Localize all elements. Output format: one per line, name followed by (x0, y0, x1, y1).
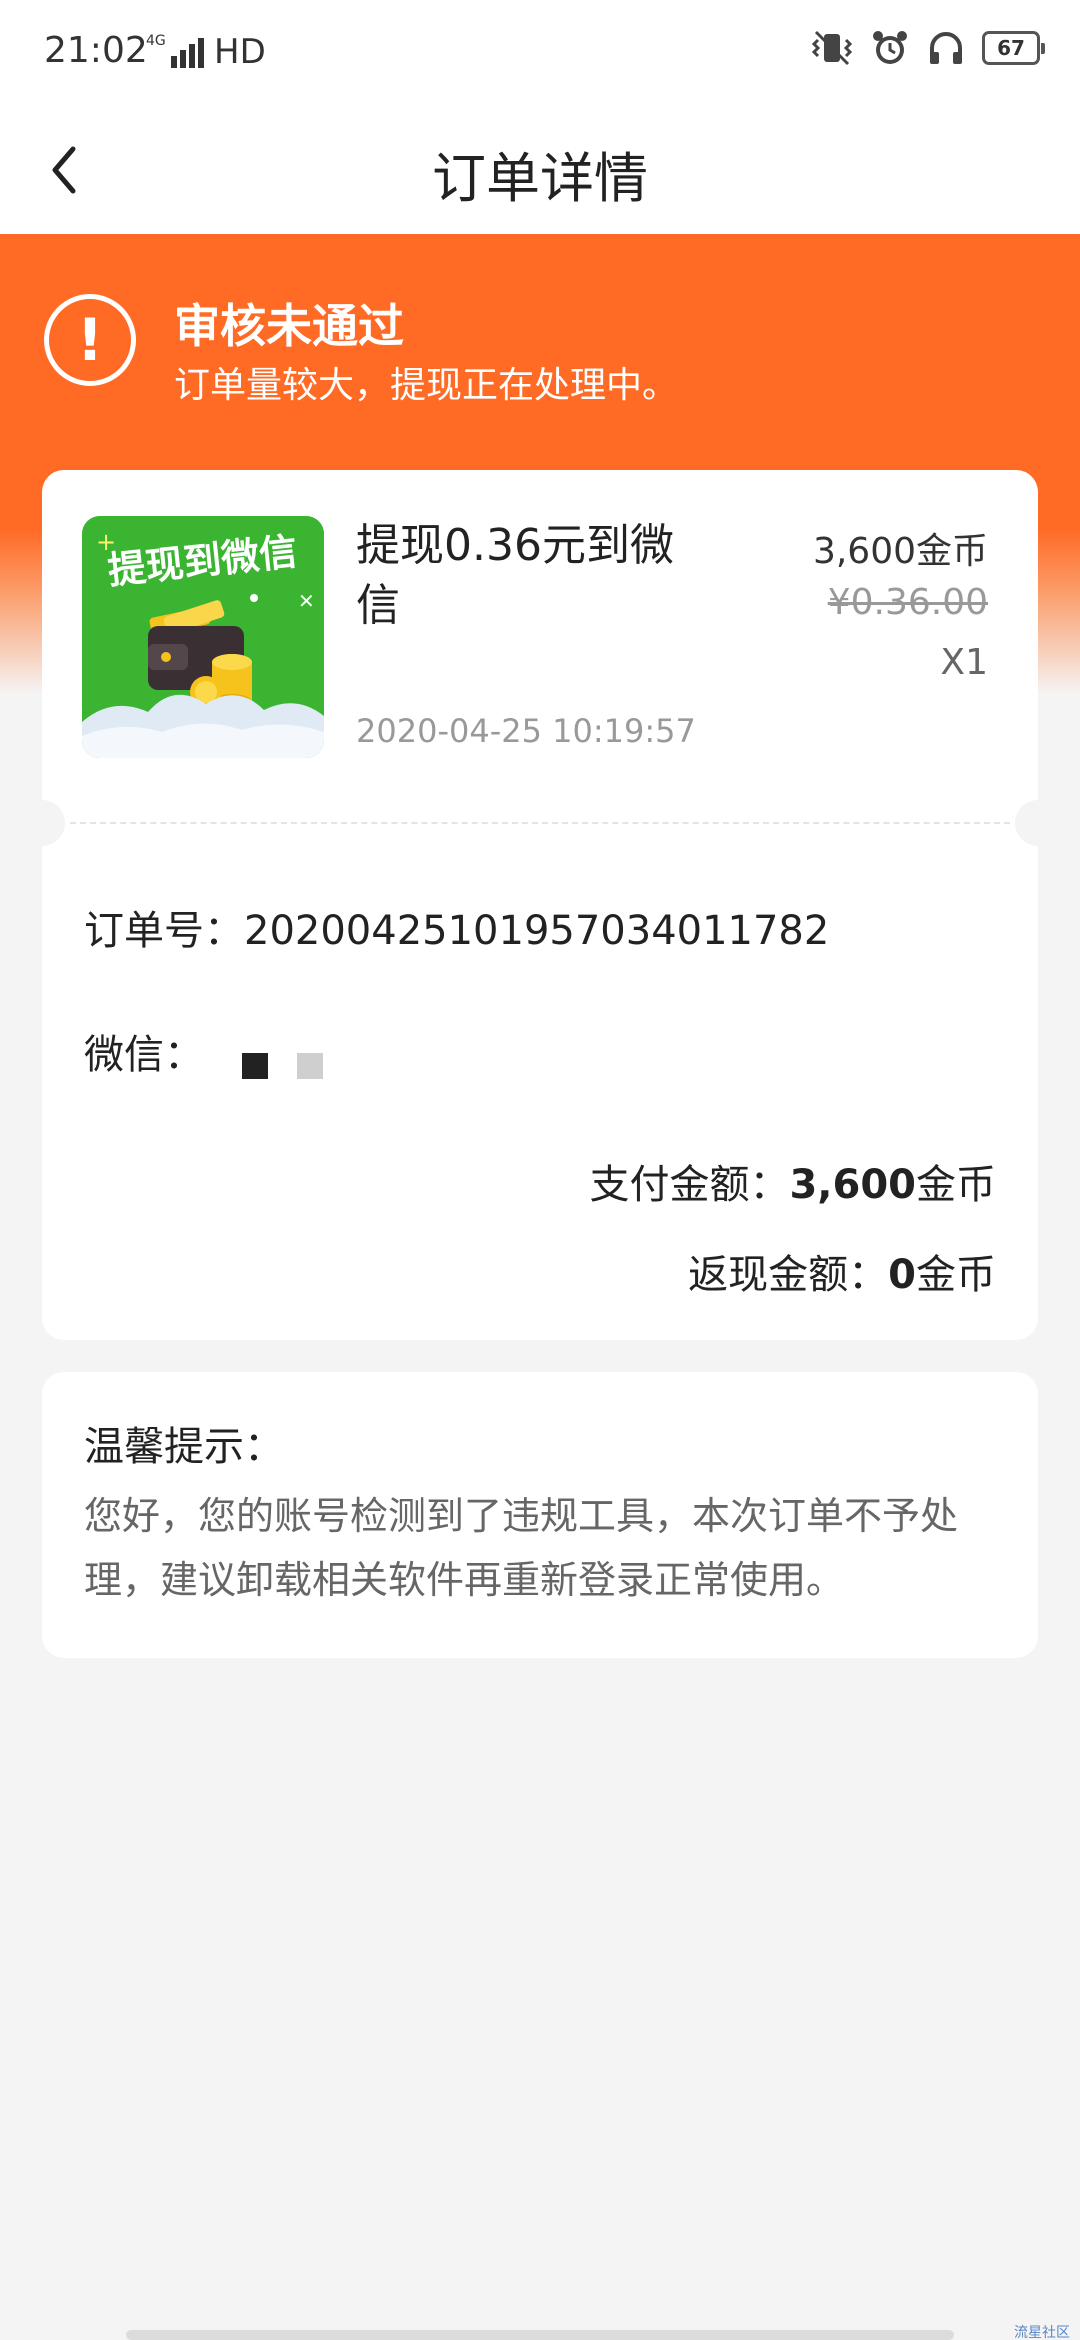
status-subtitle: 订单量较大，提现正在处理中。 (174, 365, 679, 406)
ticket-notch-right (1015, 800, 1061, 846)
cashback-amount-row: 返现金额：0金币 (688, 1242, 996, 1300)
divider (70, 822, 1010, 824)
hd-indicator: HD (214, 32, 266, 72)
product-quantity: X1 (940, 642, 988, 683)
product-thumbnail: 提现到微信 + ✕ (82, 516, 324, 758)
svg-text:✕: ✕ (298, 589, 315, 613)
payment-amount-row: 支付金额：3,600金币 (589, 1152, 996, 1210)
wechat-label: 微信： (84, 1032, 204, 1078)
watermark: 流星社区 (1014, 2325, 1070, 2340)
order-number-label: 订单号： (84, 908, 244, 954)
cashback-amount-unit: 金币 (916, 1252, 996, 1298)
payment-amount-value: 3,600 (789, 1162, 916, 1208)
tip-body: 您好，您的账号检测到了违规工具，本次订单不予处理，建议卸载相关软件再重新登录正常… (84, 1494, 959, 1602)
wechat-account-placeholder (297, 1053, 323, 1079)
nav-bar: 订单详情 (0, 108, 1080, 234)
alarm-icon (873, 31, 907, 64)
headphones-icon (930, 32, 962, 64)
payment-amount-unit: 金币 (916, 1162, 996, 1208)
product-coin-price: 3,600金币 (812, 531, 988, 572)
cashback-amount-label: 返现金额： (688, 1252, 889, 1298)
status-time: 21:02 (44, 30, 148, 71)
status-icons: 67 (810, 28, 1045, 68)
warning-icon: ! (44, 294, 136, 386)
wechat-account-avatar (242, 1053, 268, 1079)
order-number-row: 订单号：20200425101957034011782 (84, 898, 829, 956)
order-card: 提现到微信 + ✕ 提现0.36元到微信 2020-04-25 10:19:57… (19, 470, 1061, 1340)
network-type: 4G (146, 33, 166, 49)
battery-icon: 67 (982, 31, 1045, 65)
order-datetime: 2020-04-25 10:19:57 (356, 712, 696, 750)
battery-level: 67 (997, 36, 1025, 60)
svg-text:+: + (96, 528, 116, 556)
product-name: 提现0.36元到微信 (356, 520, 674, 631)
signal-icon: 4G (146, 32, 204, 68)
cashback-amount-value: 0 (888, 1252, 916, 1298)
status-title: 审核未通过 (174, 299, 404, 353)
tip-card: 温馨提示： 您好，您的账号检测到了违规工具，本次订单不予处理，建议卸载相关软件再… (42, 1372, 1038, 1658)
status-bar: 21:02 4G HD 67 (0, 0, 1080, 108)
tip-title: 温馨提示： (84, 1424, 284, 1470)
home-indicator[interactable] (126, 2330, 954, 2340)
payment-amount-label: 支付金额： (589, 1162, 790, 1208)
wallet-coins-image: 提现到微信 + ✕ (82, 516, 324, 758)
page-title: 订单详情 (432, 147, 648, 210)
order-number-value[interactable]: 20200425101957034011782 (244, 908, 829, 954)
product-original-price: ¥0.36.00 (827, 582, 988, 623)
ticket-notch-left (19, 800, 65, 846)
vibrate-icon (811, 30, 853, 66)
